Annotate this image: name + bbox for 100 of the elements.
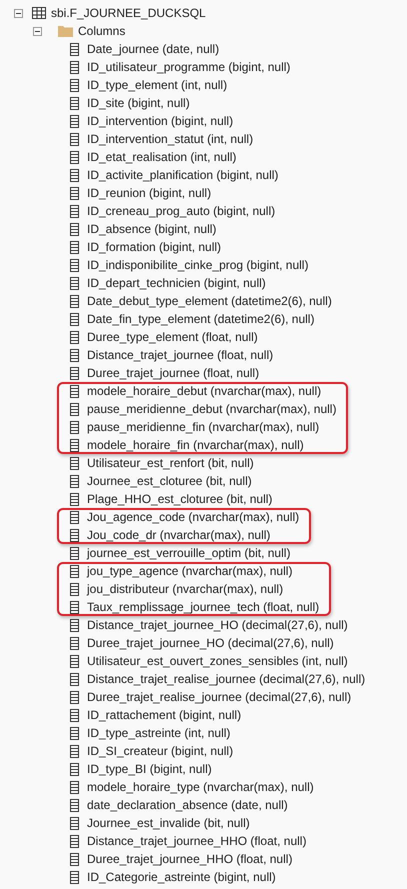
column-icon [70, 78, 79, 92]
column-icon [70, 546, 79, 560]
column-item[interactable]: Distance_trajet_journee (float, null) [87, 348, 274, 362]
column-item[interactable]: date_declaration_absence (date, null) [87, 798, 288, 812]
column-item[interactable]: ID_rattachement (bigint, null) [87, 708, 242, 722]
column-item[interactable]: pause_meridienne_fin (nvarchar(max), null) [87, 420, 320, 434]
column-item[interactable]: modele_horaire_fin (nvarchar(max), null) [87, 438, 304, 452]
column-item[interactable]: Duree_trajet_realise_journee (decimal(27,6), null) [87, 690, 352, 704]
column-item[interactable]: Date_debut_type_element (datetime2(6), null) [87, 294, 332, 308]
column-item[interactable]: Duree_trajet_journee_HO (decimal(27,6), null) [87, 636, 334, 650]
column-icon [70, 564, 79, 578]
column-item[interactable]: ID_depart_technicien (bigint, null) [87, 276, 266, 290]
collapse-toggle-icon[interactable] [33, 26, 42, 36]
column-item[interactable]: Distance_trajet_journee_HO (decimal(27,6), null) [87, 618, 348, 632]
column-item[interactable]: ID_SI_createur (bigint, null) [87, 744, 234, 758]
column-icon [70, 726, 79, 740]
column-item[interactable]: pause_meridienne_debut (nvarchar(max), null) [87, 402, 336, 416]
column-item[interactable]: ID_indisponibilite_cinke_prog (bigint, null) [87, 258, 308, 272]
column-icon [70, 762, 79, 776]
column-icon [70, 672, 79, 686]
column-item[interactable]: ID_creneau_prog_auto (bigint, null) [87, 204, 276, 218]
tree-item[interactable]: sbi.F_JOURNEE_DUCKSQL [51, 6, 206, 20]
column-icon [70, 600, 79, 614]
column-item[interactable]: Jou_agence_code (nvarchar(max), null) [87, 510, 300, 524]
column-item[interactable]: ID_absence (bigint, null) [87, 222, 216, 236]
column-icon [70, 330, 79, 344]
column-icon [70, 744, 79, 758]
column-icon [70, 186, 79, 200]
column-item[interactable]: ID_Categorie_astreinte (bigint, null) [87, 870, 276, 884]
column-icon [70, 690, 79, 704]
column-item[interactable]: Distance_trajet_realise_journee (decimal(27,6), null) [87, 672, 366, 686]
column-item[interactable]: journee_est_verrouille_optim (bit, null) [87, 546, 290, 560]
column-item[interactable]: Journee_est_invalide (bit, null) [87, 816, 250, 830]
column-item[interactable]: ID_type_astreinte (int, null) [87, 726, 230, 740]
column-icon [70, 258, 79, 272]
column-item[interactable]: ID_etat_realisation (int, null) [87, 150, 236, 164]
column-item[interactable]: ID_formation (bigint, null) [87, 240, 222, 254]
column-icon [70, 222, 79, 236]
column-icon [70, 294, 79, 308]
column-icon [70, 474, 79, 488]
column-item[interactable]: modele_horaire_type (nvarchar(max), null) [87, 780, 314, 794]
column-icon [70, 492, 79, 506]
column-item[interactable]: Utilisateur_est_ouvert_zones_sensibles (int, null) [87, 654, 348, 668]
column-icon [70, 42, 79, 56]
column-item[interactable]: ID_type_element (int, null) [87, 78, 228, 92]
column-item[interactable]: Jou_code_dr (nvarchar(max), null) [87, 528, 270, 542]
column-icon [70, 582, 79, 596]
column-icon [70, 312, 79, 326]
column-icon [70, 618, 79, 632]
column-icon [70, 96, 79, 110]
column-icon [70, 654, 79, 668]
column-item[interactable]: Date_fin_type_element (datetime2(6), null) [87, 312, 314, 326]
column-icon [70, 402, 79, 416]
column-item[interactable]: Journee_est_cloturee (bit, null) [87, 474, 252, 488]
table-icon [32, 7, 46, 19]
column-item[interactable]: ID_intervention (bigint, null) [87, 114, 234, 128]
column-item[interactable]: Duree_trajet_journee (float, null) [87, 366, 260, 380]
column-item[interactable]: Taux_remplissage_journee_tech (float, null) [87, 600, 320, 614]
column-item[interactable]: Duree_type_element (float, null) [87, 330, 258, 344]
column-item[interactable]: Plage_HHO_est_cloturee (bit, null) [87, 492, 272, 506]
column-icon [70, 114, 79, 128]
column-icon [70, 348, 79, 362]
column-icon [70, 384, 79, 398]
column-icon [70, 798, 79, 812]
column-icon [70, 834, 79, 848]
column-icon [70, 60, 79, 74]
column-icon [70, 438, 79, 452]
tree-item[interactable]: Columns [78, 24, 126, 38]
column-icon [70, 636, 79, 650]
column-icon [70, 204, 79, 218]
column-icon [70, 150, 79, 164]
column-icon [70, 366, 79, 380]
column-item[interactable]: ID_activite_planification (bigint, null) [87, 168, 278, 182]
column-item[interactable]: ID_intervention_statut (int, null) [87, 132, 254, 146]
column-icon [70, 168, 79, 182]
column-icon [70, 276, 79, 290]
folder-icon [58, 25, 73, 37]
column-item[interactable]: ID_type_BI (bigint, null) [87, 762, 212, 776]
column-icon [70, 510, 79, 524]
column-item[interactable]: Distance_trajet_journee_HHO (float, null) [87, 834, 306, 848]
column-icon [70, 852, 79, 866]
column-item[interactable]: Duree_trajet_journee_HHO (float, null) [87, 852, 292, 866]
column-item[interactable]: ID_utilisateur_programme (bigint, null) [87, 60, 290, 74]
column-item[interactable]: jou_distributeur (nvarchar(max), null) [87, 582, 284, 596]
column-icon [70, 708, 79, 722]
column-icon [70, 420, 79, 434]
column-item[interactable]: modele_horaire_debut (nvarchar(max), null) [87, 384, 322, 398]
column-item[interactable]: Date_journee (date, null) [87, 42, 220, 56]
column-item[interactable]: ID_reunion (bigint, null) [87, 186, 212, 200]
column-icon [70, 780, 79, 794]
column-icon [70, 240, 79, 254]
column-item[interactable]: jou_type_agence (nvarchar(max), null) [87, 564, 292, 578]
column-icon [70, 132, 79, 146]
column-item[interactable]: Utilisateur_est_renfort (bit, null) [87, 456, 254, 470]
column-icon [70, 870, 79, 884]
column-icon [70, 816, 79, 830]
collapse-toggle-icon[interactable] [14, 8, 23, 18]
column-item[interactable]: ID_site (bigint, null) [87, 96, 190, 110]
column-icon [70, 456, 79, 470]
column-icon [70, 528, 79, 542]
